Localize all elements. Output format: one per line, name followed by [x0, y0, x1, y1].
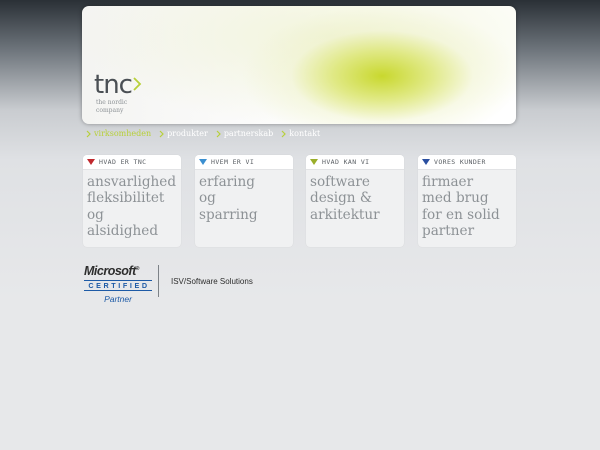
logo-tagline-2: company — [96, 107, 124, 114]
info-box-hvem-er-vi[interactable]: hvem er vi erfaring og sparring — [195, 155, 293, 247]
isv-solutions-label: ISV/Software Solutions — [171, 277, 253, 286]
logo-text: tnc — [94, 70, 133, 100]
chevron-right-icon — [216, 130, 221, 138]
nav-item-kontakt[interactable]: kontakt — [281, 128, 320, 140]
tnc-logo[interactable]: tnc the nordic company — [94, 72, 142, 114]
box-header: hvad er tnc — [83, 155, 181, 170]
triangle-down-icon — [199, 159, 207, 165]
certified-label: CERTIFIED — [84, 280, 152, 292]
nav-item-partnerskab[interactable]: partnerskab — [216, 128, 273, 140]
partner-label: Partner — [104, 294, 132, 305]
divider — [158, 265, 159, 297]
info-box-hvad-er-tnc[interactable]: hvad er tnc ansvarlighed fleksibilitet o… — [83, 155, 181, 247]
microsoft-word: Microsoft — [84, 264, 136, 279]
box-title: hvad er tnc — [99, 158, 147, 166]
chevron-right-icon — [281, 130, 287, 138]
box-title: vores kunder — [434, 158, 486, 166]
chevron-right-icon — [86, 130, 91, 138]
box-body: erfaring og sparring — [199, 174, 258, 223]
box-body: software design & arkitektur — [310, 174, 380, 223]
box-header: hvem er vi — [195, 155, 293, 170]
info-box-vores-kunder[interactable]: vores kunder firmaer med brug for en sol… — [418, 155, 516, 247]
microsoft-certified-partner-logo: Microsoft® CERTIFIED Partner — [84, 263, 152, 304]
nav-item-virksomheden[interactable]: virksomheden — [86, 128, 151, 140]
box-header: vores kunder — [418, 155, 516, 170]
triangle-down-icon — [422, 159, 430, 165]
microsoft-wordmark: Microsoft® — [84, 264, 139, 279]
logo-tagline-1: the nordic — [96, 99, 128, 106]
nav-item-produkter[interactable]: produkter — [159, 128, 208, 140]
nav-label: partnerskab — [223, 129, 274, 138]
header-banner: tnc the nordic company — [82, 6, 516, 124]
info-box-hvad-kan-vi[interactable]: hvad kan vi software design & arkitektur — [306, 155, 404, 247]
main-nav: virksomheden produkter partnerskab konta… — [86, 128, 320, 140]
logo-arrow-icon — [133, 77, 142, 91]
nav-label: produkter — [167, 129, 208, 138]
triangle-down-icon — [87, 159, 95, 165]
nav-label: kontakt — [289, 129, 321, 138]
box-body: firmaer med brug for en solid partner — [422, 174, 500, 240]
triangle-down-icon — [310, 159, 318, 165]
nav-label: virksomheden — [94, 129, 152, 138]
box-title: hvad kan vi — [322, 158, 370, 166]
box-header: hvad kan vi — [306, 155, 404, 170]
chevron-right-icon — [159, 130, 165, 138]
box-title: hvem er vi — [211, 158, 255, 166]
box-body: ansvarlighed fleksibilitet og alsidighed — [87, 174, 177, 240]
